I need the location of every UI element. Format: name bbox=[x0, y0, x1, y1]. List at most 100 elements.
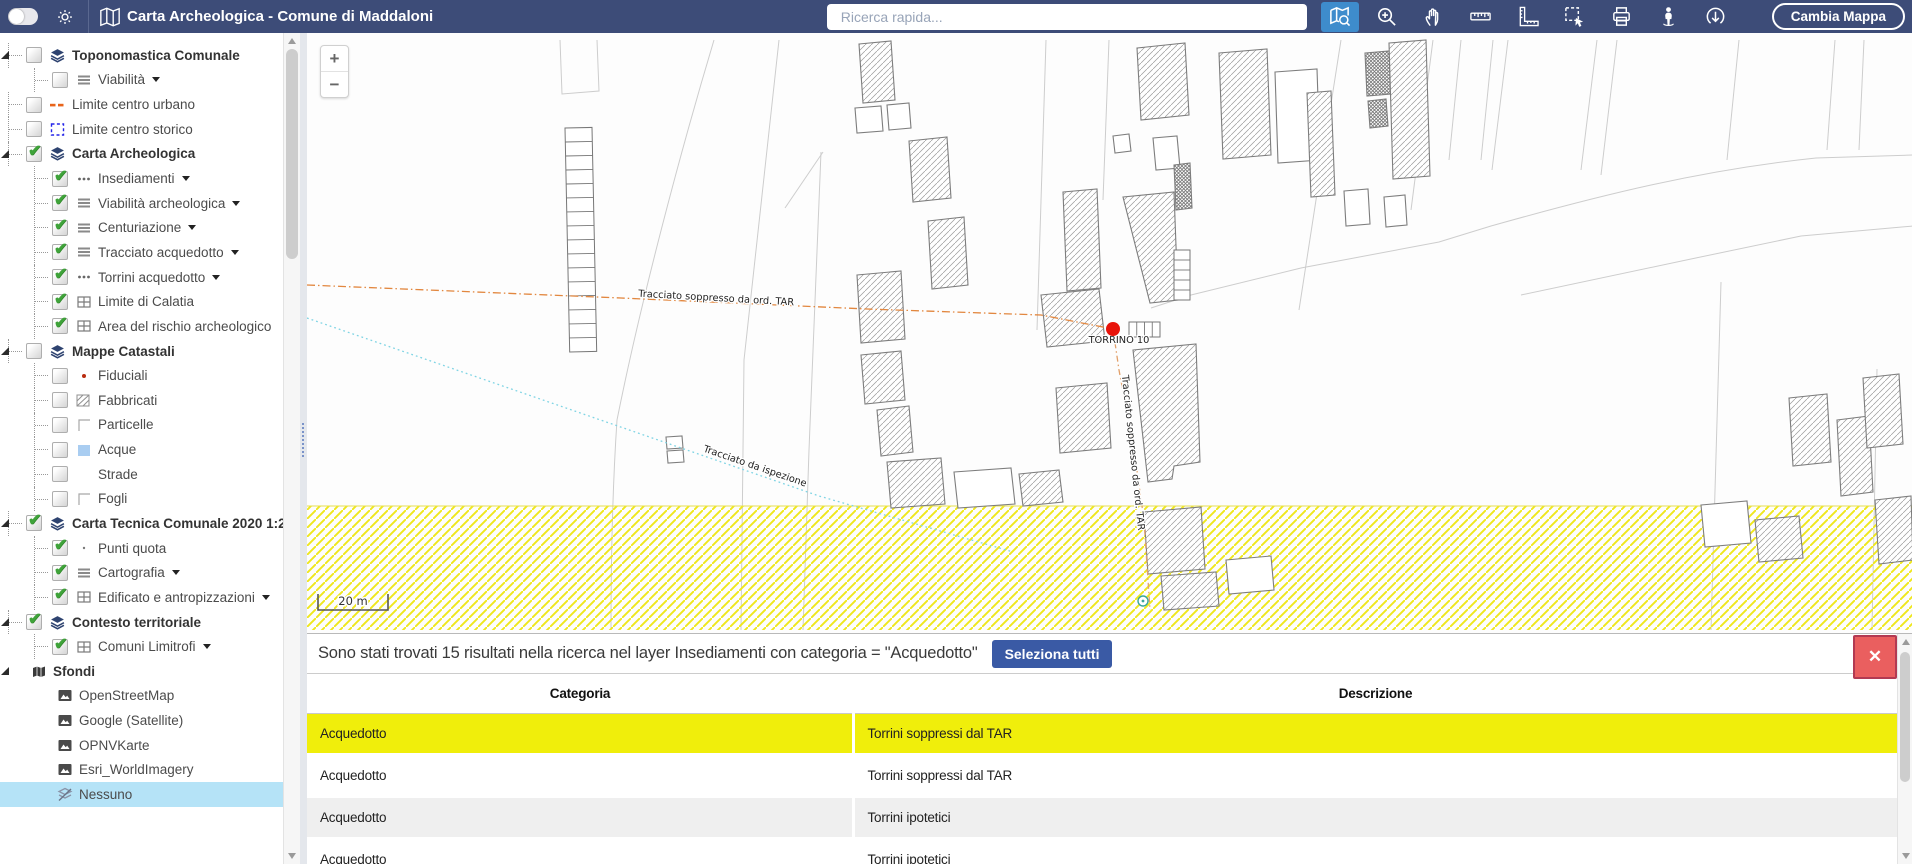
cell-descrizione[interactable]: Torrini ipotetici bbox=[853, 796, 1898, 840]
expand-arrow-icon[interactable] bbox=[1, 617, 9, 626]
sidebar-item-google-satellite[interactable]: Google (Satellite) bbox=[0, 708, 283, 733]
zoom-in-icon[interactable] bbox=[1368, 2, 1406, 32]
sidebar-item-acque[interactable]: Acque bbox=[0, 437, 283, 462]
cell-categoria[interactable]: Acquedotto bbox=[307, 754, 855, 798]
chevron-down-icon[interactable] bbox=[232, 200, 241, 206]
layer-checkbox[interactable] bbox=[52, 215, 68, 236]
cell-categoria[interactable]: Acquedotto bbox=[307, 838, 855, 864]
sidebar-item-esri-worldimagery[interactable]: Esri_WorldImagery bbox=[0, 758, 283, 783]
zoom-out-button[interactable]: − bbox=[321, 72, 348, 97]
sidebar-item-centuriazione[interactable]: Centuriazione bbox=[0, 215, 283, 241]
layer-checkbox[interactable] bbox=[26, 121, 42, 138]
sidebar-item-strade[interactable]: Strade bbox=[0, 461, 283, 487]
layer-checkbox[interactable] bbox=[52, 166, 68, 187]
sidebar-item-limite-di-calatia[interactable]: Limite di Calatia bbox=[0, 289, 283, 315]
cell-descrizione[interactable]: Torrini soppressi dal TAR bbox=[853, 754, 1898, 798]
change-map-button[interactable]: Cambia Mappa bbox=[1771, 3, 1905, 30]
cell-categoria[interactable]: Acquedotto bbox=[307, 796, 855, 840]
sidebar-item-sfondi[interactable]: Sfondi bbox=[0, 659, 283, 684]
layer-checkbox[interactable] bbox=[52, 536, 68, 557]
cell-descrizione[interactable]: Torrini soppressi dal TAR bbox=[853, 713, 1898, 756]
layer-checkbox[interactable] bbox=[52, 585, 68, 606]
sidebar-splitter[interactable] bbox=[300, 33, 307, 864]
expand-arrow-icon[interactable] bbox=[1, 149, 9, 158]
sidebar-item-fogli[interactable]: Fogli bbox=[0, 486, 283, 512]
layer-checkbox[interactable] bbox=[26, 511, 42, 532]
column-header-categoria[interactable]: Categoria bbox=[307, 674, 853, 714]
layer-checkbox[interactable] bbox=[52, 71, 68, 88]
sidebar-item-opnvkarte[interactable]: OPNVKarte bbox=[0, 733, 283, 758]
expand-arrow-icon[interactable] bbox=[1, 519, 9, 528]
layer-checkbox[interactable] bbox=[26, 343, 42, 359]
pan-hand-icon[interactable] bbox=[1415, 2, 1453, 32]
table-row[interactable]: Acquedotto Torrini soppressi dal TAR bbox=[307, 713, 1898, 756]
scroll-down-icon[interactable] bbox=[288, 853, 296, 859]
sidebar-item-tracciato-acquedotto[interactable]: Tracciato acquedotto bbox=[0, 240, 283, 265]
brightness-icon[interactable] bbox=[54, 6, 76, 28]
table-row[interactable]: Acquedotto Torrini soppressi dal TAR bbox=[307, 754, 1898, 798]
sidebar-item-fiduciali[interactable]: Fiduciali bbox=[0, 363, 283, 388]
sidebar-item-cartografia[interactable]: Cartografia bbox=[0, 560, 283, 586]
sidebar-item-carta-archeologica[interactable]: Carta Archeologica bbox=[0, 141, 283, 167]
layer-checkbox[interactable] bbox=[52, 466, 68, 483]
map-canvas[interactable]: + − Tracciato soppresso da ord. TAR Tracc… bbox=[307, 33, 1912, 633]
chevron-down-icon[interactable] bbox=[212, 274, 221, 280]
close-results-button[interactable]: ✕ bbox=[1853, 635, 1897, 679]
layer-checkbox[interactable] bbox=[52, 634, 68, 655]
layer-checkbox[interactable] bbox=[52, 392, 68, 409]
sidebar-item-viabilit[interactable]: Viabilità bbox=[0, 67, 283, 93]
sidebar-item-punti-quota[interactable]: Punti quota bbox=[0, 535, 283, 561]
cell-descrizione[interactable]: Torrini ipotetici bbox=[853, 838, 1898, 864]
square-ruler-icon[interactable] bbox=[1509, 2, 1547, 32]
download-icon[interactable] bbox=[1697, 2, 1735, 32]
expand-arrow-icon[interactable] bbox=[1, 667, 9, 676]
sidebar-item-comuni-limitrofi[interactable]: Comuni Limitrofi bbox=[0, 634, 283, 660]
chevron-down-icon[interactable] bbox=[230, 249, 239, 255]
expand-arrow-icon[interactable] bbox=[1, 51, 9, 59]
layer-checkbox[interactable] bbox=[26, 96, 42, 113]
table-row[interactable]: Acquedotto Torrini ipotetici bbox=[307, 838, 1898, 864]
sidebar-item-limite-centro-storico[interactable]: Limite centro storico bbox=[0, 116, 283, 142]
results-scrollbar[interactable] bbox=[1897, 634, 1912, 864]
layer-checkbox[interactable] bbox=[26, 47, 42, 64]
zoom-in-button[interactable]: + bbox=[321, 46, 348, 72]
layer-checkbox[interactable] bbox=[52, 240, 68, 261]
select-all-button[interactable]: Seleziona tutti bbox=[991, 639, 1113, 668]
chevron-down-icon[interactable] bbox=[261, 594, 270, 600]
torrino-marker[interactable] bbox=[1106, 322, 1120, 336]
expand-arrow-icon[interactable] bbox=[1, 346, 9, 355]
table-row[interactable]: Acquedotto Torrini ipotetici bbox=[307, 796, 1898, 840]
results-scrollbar-thumb[interactable] bbox=[1900, 652, 1910, 782]
map-search-icon[interactable] bbox=[1320, 1, 1359, 32]
sidebar-item-viabilit-archeologica[interactable]: Viabilità archeologica bbox=[0, 190, 283, 216]
sidebar-item-carta-tecnica-comunale-2020-1-2[interactable]: Carta Tecnica Comunale 2020 1:2 bbox=[0, 511, 283, 536]
sidebar-item-torrini-acquedotto[interactable]: Torrini acquedotto bbox=[0, 264, 283, 290]
chevron-down-icon[interactable] bbox=[171, 570, 180, 576]
column-header-descrizione[interactable]: Descrizione bbox=[853, 674, 1898, 714]
layer-checkbox[interactable] bbox=[52, 416, 68, 433]
layer-checkbox[interactable] bbox=[52, 367, 68, 384]
print-icon[interactable] bbox=[1603, 2, 1641, 32]
chevron-down-icon[interactable] bbox=[188, 225, 197, 231]
layer-checkbox[interactable] bbox=[26, 142, 42, 162]
sidebar-scrollbar[interactable] bbox=[283, 33, 300, 864]
sidebar-item-edificato-e-antropizzazioni[interactable]: Edificato e antropizzazioni bbox=[0, 585, 283, 610]
layer-checkbox[interactable] bbox=[52, 490, 68, 507]
street-view-icon[interactable] bbox=[1650, 2, 1688, 32]
sidebar-scrollbar-thumb[interactable] bbox=[286, 49, 298, 259]
chevron-down-icon[interactable] bbox=[152, 77, 161, 83]
measure-ruler-icon[interactable] bbox=[1462, 2, 1500, 32]
layer-checkbox[interactable] bbox=[52, 265, 68, 286]
sidebar-item-nessuno[interactable]: Nessuno bbox=[0, 782, 283, 807]
sidebar-item-contesto-territoriale[interactable]: Contesto territoriale bbox=[0, 609, 283, 635]
sidebar-item-limite-centro-urbano[interactable]: Limite centro urbano bbox=[0, 92, 283, 117]
layer-checkbox[interactable] bbox=[26, 610, 42, 631]
layer-checkbox[interactable] bbox=[52, 191, 68, 212]
sidebar-item-area-del-rischio-archeologico[interactable]: Area del rischio archeologico bbox=[0, 314, 283, 339]
layer-checkbox[interactable] bbox=[52, 314, 68, 335]
sidebar-item-openstreetmap[interactable]: OpenStreetMap bbox=[0, 684, 283, 709]
sidebar-item-mappe-catastali[interactable]: Mappe Catastali bbox=[0, 338, 283, 364]
sidebar-item-toponomastica-comunale[interactable]: Toponomastica Comunale bbox=[0, 43, 283, 68]
sidebar-item-fabbricati[interactable]: Fabbricati bbox=[0, 387, 283, 413]
scroll-up-icon[interactable] bbox=[1902, 639, 1910, 645]
